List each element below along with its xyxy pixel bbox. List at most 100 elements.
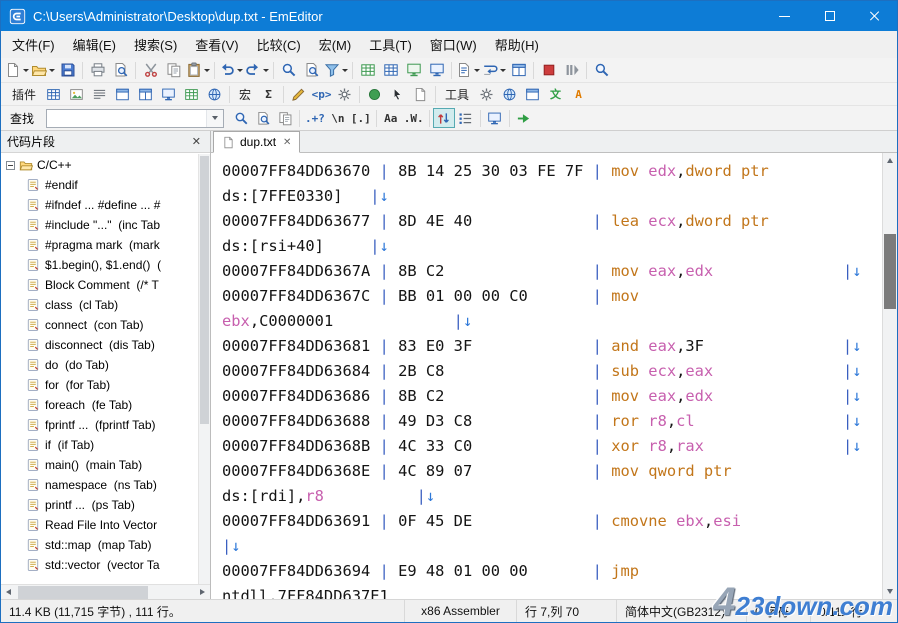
snippet-item[interactable]: class (cl Tab) [1, 295, 210, 315]
snippet-item[interactable]: $1.begin(), $1.end() ( [1, 255, 210, 275]
whole-word-toggle-button[interactable]: .W. [402, 108, 426, 128]
snippets-hscroll-thumb[interactable] [18, 586, 148, 599]
editor-text[interactable]: 00007FF84DD63670 | 8B 14 25 30 03 FE 7F … [211, 153, 882, 599]
editor-scroll-thumb[interactable] [884, 234, 896, 309]
menu-item-8[interactable]: 帮助(H) [486, 30, 548, 59]
scroll-up-button[interactable] [883, 153, 897, 168]
snippet-item[interactable]: main() (main Tab) [1, 455, 210, 475]
find-dropdown-button[interactable] [206, 110, 223, 127]
menu-item-6[interactable]: 工具(T) [360, 30, 421, 59]
editor-scroll-track[interactable] [883, 168, 897, 584]
menu-item-2[interactable]: 搜索(S) [125, 30, 186, 59]
menu-item-3[interactable]: 查看(V) [186, 30, 247, 59]
macro-sigma-button[interactable]: Σ [257, 83, 280, 105]
snippet-item[interactable]: disconnect (dis Tab) [1, 335, 210, 355]
minimize-button[interactable] [762, 1, 807, 31]
csv-mode-button[interactable] [356, 59, 379, 81]
search-button[interactable] [230, 108, 252, 128]
redo-button[interactable] [244, 59, 270, 81]
search-direction-button[interactable] [433, 108, 455, 128]
editor-scrollbar[interactable] [882, 153, 897, 599]
scroll-left-button[interactable] [1, 585, 16, 600]
result-list-button[interactable] [455, 108, 477, 128]
find-input[interactable] [46, 109, 224, 128]
word-count-plugin-button[interactable] [180, 83, 203, 105]
window-tools-button[interactable] [521, 83, 544, 105]
zoom-button[interactable] [590, 59, 613, 81]
scroll-right-button[interactable] [195, 585, 210, 600]
cut-button[interactable] [139, 59, 162, 81]
snippet-item[interactable]: #ifndef ... #define ... # [1, 195, 210, 215]
record-macro-button[interactable] [537, 59, 560, 81]
maximize-button[interactable] [807, 1, 852, 31]
compare-windows-button[interactable] [425, 59, 448, 81]
undo-button[interactable] [218, 59, 244, 81]
new-file-button[interactable] [4, 59, 30, 81]
title-bar[interactable]: C:\Users\Administrator\Desktop\dup.txt -… [1, 1, 897, 31]
explorer-plugin-button[interactable] [134, 83, 157, 105]
display-results-button[interactable] [484, 108, 506, 128]
snippet-item[interactable]: namespace (ns Tab) [1, 475, 210, 495]
image-preview-plugin-button[interactable] [65, 83, 88, 105]
regex-toggle-button[interactable]: .+? [303, 108, 327, 128]
projects-plugin-button[interactable] [42, 83, 65, 105]
print-button[interactable] [86, 59, 109, 81]
search-results-plugin-button[interactable] [157, 83, 180, 105]
paste-button[interactable] [185, 59, 211, 81]
match-case-toggle-button[interactable]: Aa [380, 108, 402, 128]
snippets-folder[interactable]: C/C++ [1, 155, 210, 175]
snippets-plugin-button[interactable] [111, 83, 134, 105]
escape-seq-toggle-button[interactable]: \n [327, 108, 349, 128]
tab-close-button[interactable]: ✕ [283, 137, 291, 148]
web-tools-button[interactable] [498, 83, 521, 105]
find-in-files-button[interactable] [300, 59, 323, 81]
copy-button[interactable] [162, 59, 185, 81]
snippet-item[interactable]: fprintf ... (fprintf Tab) [1, 415, 210, 435]
outline-plugin-button[interactable] [88, 83, 111, 105]
number-range-toggle-button[interactable]: [.] [349, 108, 373, 128]
snippet-item[interactable]: foreach (fe Tab) [1, 395, 210, 415]
print-preview-button[interactable] [109, 59, 132, 81]
macro-library-button[interactable] [409, 83, 432, 105]
run-macro-button[interactable] [560, 59, 583, 81]
save-button[interactable] [56, 59, 79, 81]
snippet-item[interactable]: if (if Tab) [1, 435, 210, 455]
snippet-item[interactable]: #endif [1, 175, 210, 195]
snippets-scrollbar[interactable] [198, 154, 210, 584]
snippet-item[interactable]: #include "..." (inc Tab [1, 215, 210, 235]
csv-options-button[interactable] [379, 59, 402, 81]
customize-button[interactable] [475, 83, 498, 105]
sync-scroll-button[interactable] [402, 59, 425, 81]
menu-item-7[interactable]: 窗口(W) [421, 30, 486, 59]
menu-item-5[interactable]: 宏(M) [310, 30, 361, 59]
menu-item-1[interactable]: 编辑(E) [64, 30, 125, 59]
find-button[interactable] [277, 59, 300, 81]
snippet-item[interactable]: std::vector (vector Ta [1, 555, 210, 575]
tab-dup-txt[interactable]: dup.txt ✕ [213, 131, 300, 153]
panel-close-button[interactable]: ✕ [189, 135, 204, 148]
snippet-item[interactable]: Read File Into Vector [1, 515, 210, 535]
language-button[interactable]: 文 [544, 83, 567, 105]
snippets-scrollbar-thumb[interactable] [200, 156, 209, 424]
macro-settings-button[interactable] [333, 83, 356, 105]
snippet-item[interactable]: printf ... (ps Tab) [1, 495, 210, 515]
snippet-item[interactable]: do (do Tab) [1, 355, 210, 375]
search-in-doc-button[interactable] [252, 108, 274, 128]
close-button[interactable] [852, 1, 897, 31]
menu-item-0[interactable]: 文件(F) [3, 30, 64, 59]
menu-item-4[interactable]: 比较(C) [248, 30, 310, 59]
macro-pointer-button[interactable] [386, 83, 409, 105]
collapse-icon[interactable] [6, 161, 15, 170]
wrap-mode-button[interactable] [481, 59, 507, 81]
status-syntax[interactable]: x86 Assembler [405, 600, 517, 622]
snippet-item[interactable]: Block Comment (/* T [1, 275, 210, 295]
show-marks-button[interactable] [455, 59, 481, 81]
macro-code-button[interactable]: <p> [310, 83, 333, 105]
edit-macro-button[interactable] [287, 83, 310, 105]
snippet-item[interactable]: connect (con Tab) [1, 315, 210, 335]
split-window-button[interactable] [507, 59, 530, 81]
go-next-button[interactable] [513, 108, 535, 128]
status-position[interactable]: 行 7,列 70 [517, 600, 617, 622]
macro-run-button[interactable] [363, 83, 386, 105]
search-extract-button[interactable] [274, 108, 296, 128]
